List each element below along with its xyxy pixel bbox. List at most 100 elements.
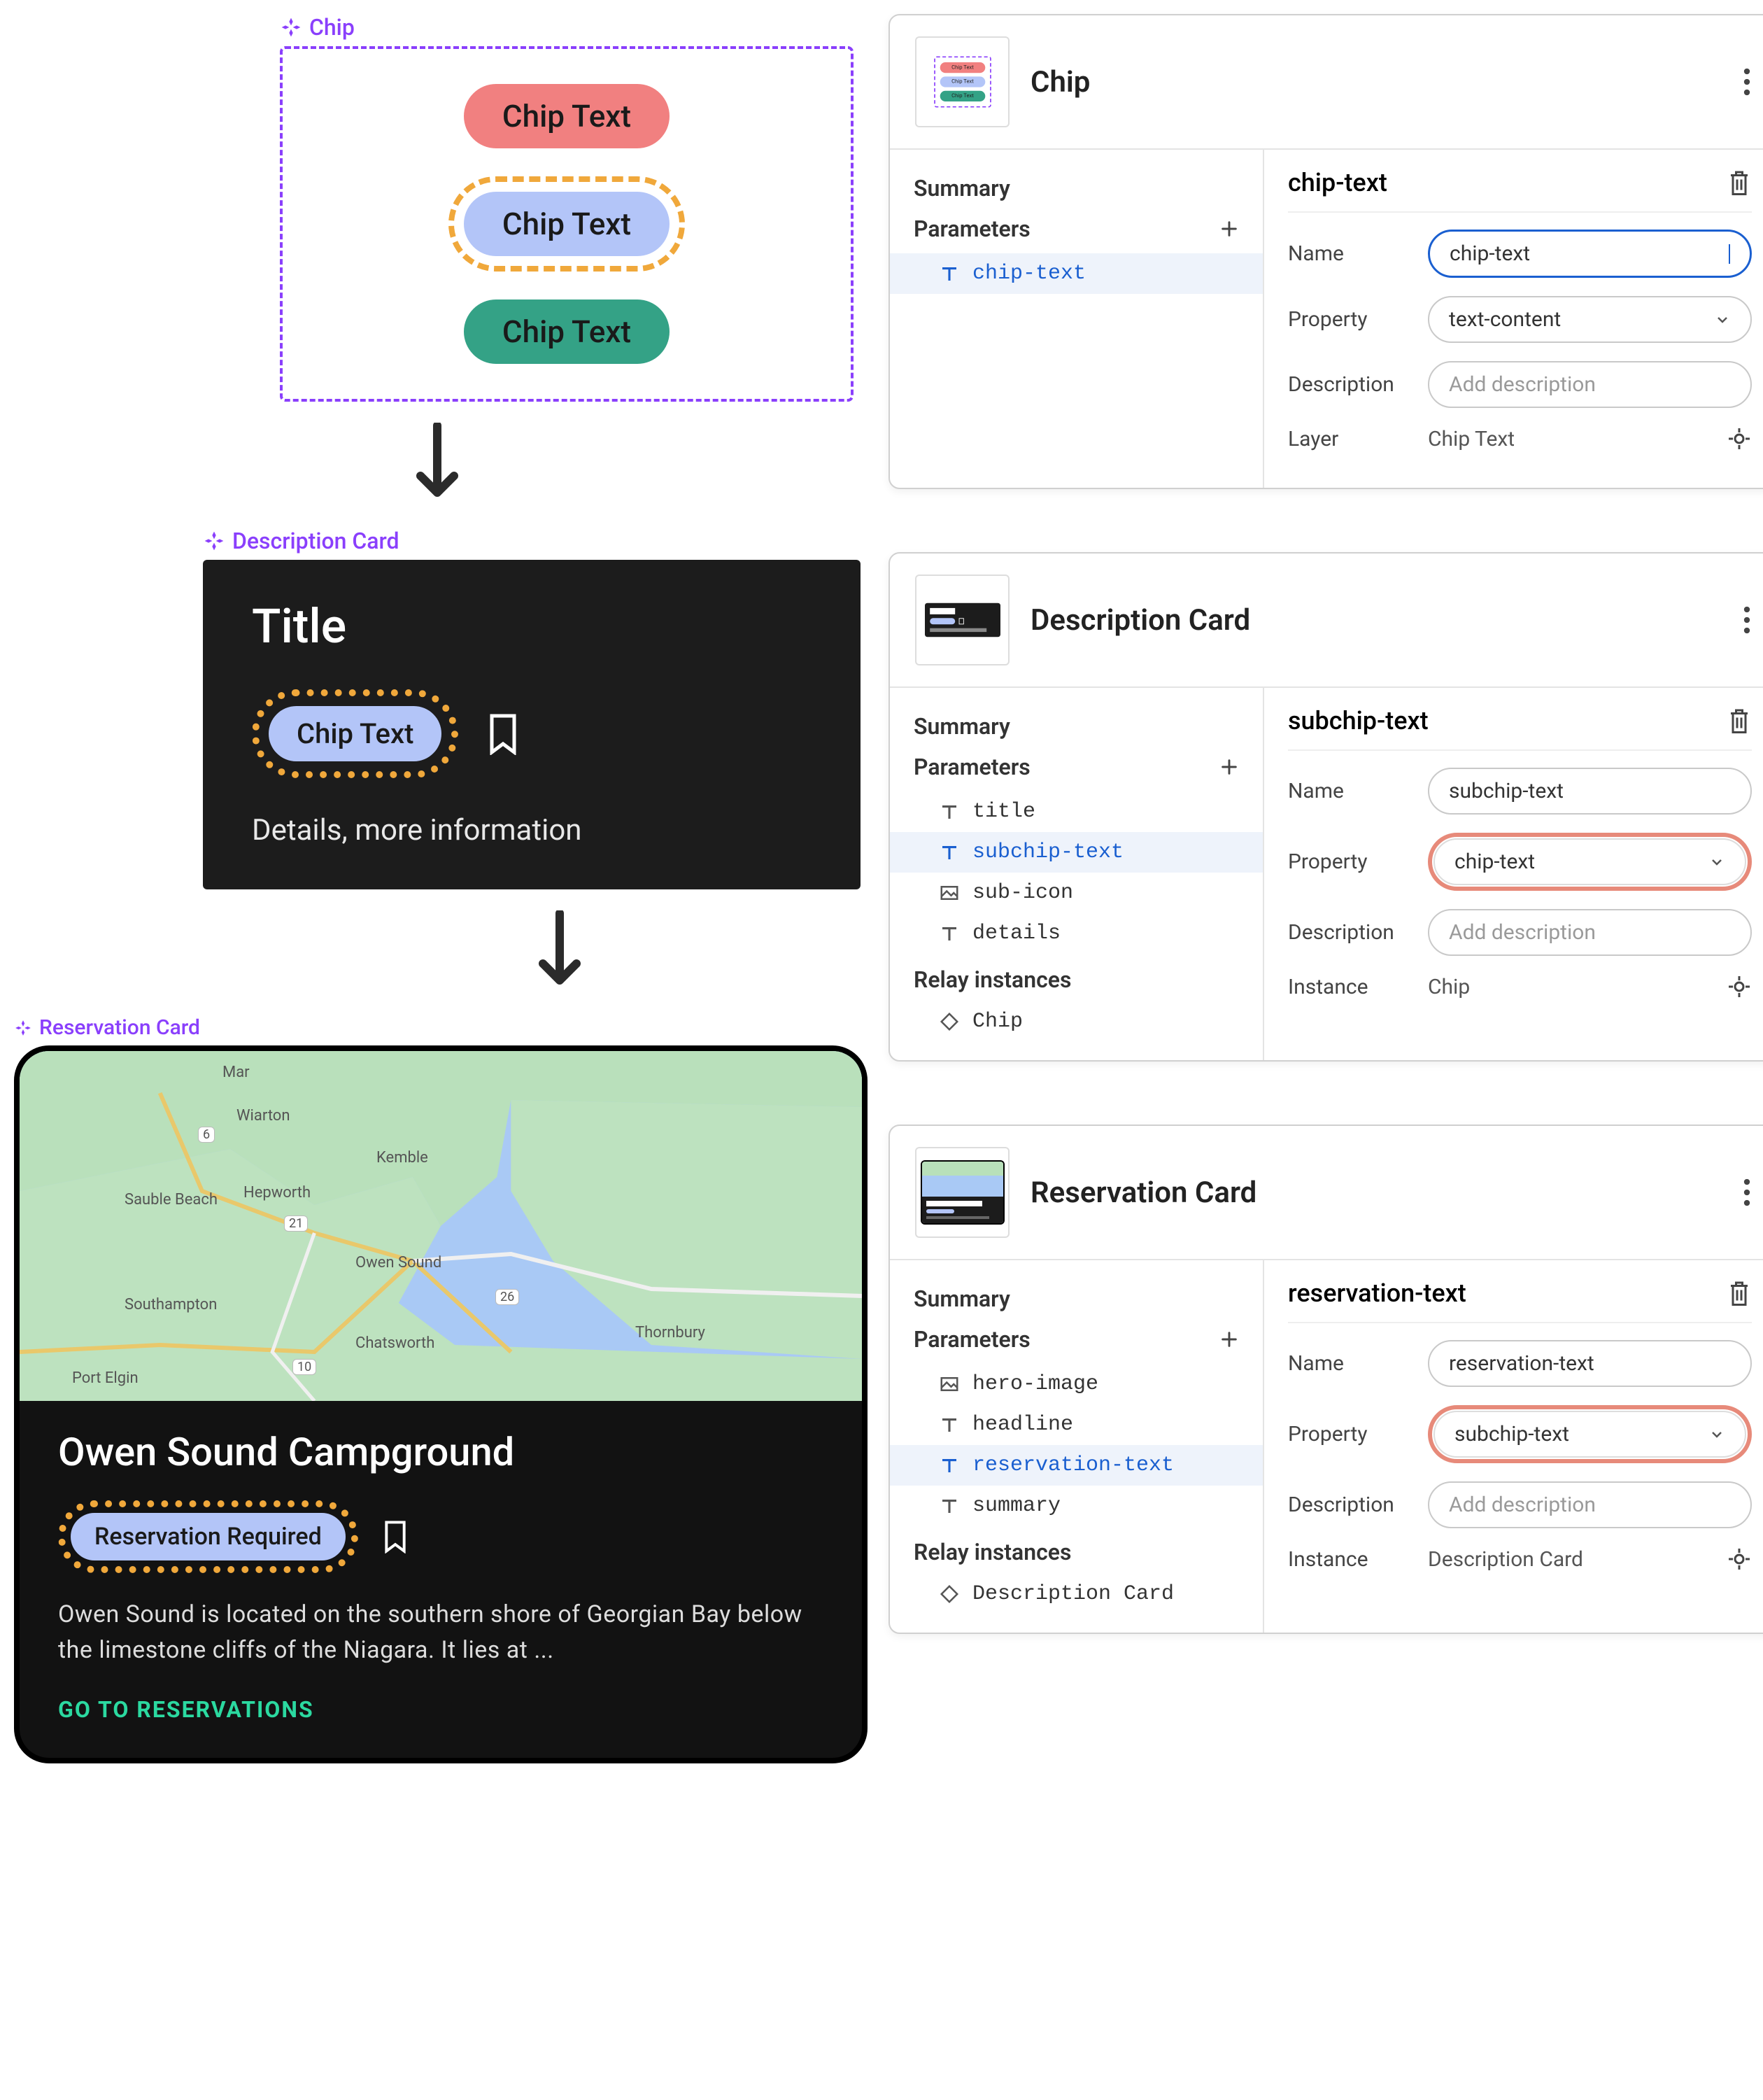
description-card-preview: Title Chip Text Details, more informatio… bbox=[203, 560, 861, 889]
delete-icon[interactable] bbox=[1727, 169, 1752, 197]
chip-component-canvas: Chip Chip Text Chip Text Chip Text bbox=[280, 14, 854, 402]
route-badge: 6 bbox=[198, 1127, 215, 1143]
summary-tab[interactable]: Summary bbox=[890, 1278, 1263, 1319]
map-label: Thornbury bbox=[635, 1324, 705, 1341]
relay-instance-label: Description Card bbox=[972, 1582, 1174, 1606]
parameters-section: Parameters bbox=[890, 1319, 1263, 1360]
bookmark-icon bbox=[486, 713, 520, 755]
summary-tab[interactable]: Summary bbox=[890, 168, 1263, 209]
layer-value: Chip Text bbox=[1428, 427, 1515, 451]
locate-icon[interactable] bbox=[1727, 1546, 1752, 1572]
parameters-label: Parameters bbox=[914, 216, 1031, 242]
route-badge: 26 bbox=[495, 1289, 519, 1305]
layer-field-label: Layer bbox=[1288, 427, 1414, 451]
property-select[interactable]: text-content bbox=[1428, 296, 1752, 343]
panel-title: Description Card bbox=[1031, 603, 1722, 637]
chip-variant-green: Chip Text bbox=[464, 300, 670, 364]
description-input[interactable]: Add description bbox=[1428, 909, 1752, 956]
locate-icon[interactable] bbox=[1727, 426, 1752, 451]
more-menu-icon[interactable] bbox=[1743, 1178, 1750, 1206]
property-select[interactable]: chip-text bbox=[1433, 838, 1746, 885]
more-menu-icon[interactable] bbox=[1743, 606, 1750, 634]
parameter-item-chip-text[interactable]: chip-text bbox=[890, 253, 1263, 294]
reservation-card-label: Reservation Card bbox=[14, 1015, 868, 1040]
parameter-item-headline[interactable]: headline bbox=[890, 1404, 1263, 1445]
add-parameter-icon[interactable] bbox=[1219, 1330, 1239, 1349]
component-icon bbox=[14, 1019, 32, 1037]
route-badge: 21 bbox=[284, 1215, 308, 1232]
relay-instance-chip[interactable]: Chip bbox=[890, 1001, 1263, 1042]
parameter-item-label: details bbox=[972, 922, 1061, 945]
property-select[interactable]: subchip-text bbox=[1433, 1411, 1746, 1458]
component-icon bbox=[280, 16, 302, 38]
panel-thumb bbox=[915, 575, 1010, 665]
property-heading: chip-text bbox=[1288, 168, 1387, 197]
parameter-item-subchip-text[interactable]: subchip-text bbox=[890, 832, 1263, 873]
chip-variants-frame: Chip Text Chip Text Chip Text bbox=[280, 46, 854, 402]
name-input[interactable]: chip-text bbox=[1428, 230, 1752, 278]
inspector-panel-description-card: Description Card Summary Parameters titl… bbox=[888, 552, 1763, 1062]
parameters-section: Parameters bbox=[890, 747, 1263, 787]
text-param-icon bbox=[939, 923, 960, 944]
chip-variant-red: Chip Text bbox=[464, 84, 670, 148]
name-field-label: Name bbox=[1288, 241, 1414, 266]
description-input[interactable]: Add description bbox=[1428, 1481, 1752, 1528]
description-card-title: Title bbox=[252, 598, 819, 654]
panel-title: Reservation Card bbox=[1031, 1176, 1722, 1210]
delete-icon[interactable] bbox=[1727, 1279, 1752, 1307]
parameter-item-title[interactable]: title bbox=[890, 791, 1263, 832]
name-input[interactable]: subchip-text bbox=[1428, 768, 1752, 815]
property-select-value: chip-text bbox=[1454, 850, 1535, 874]
property-field-label: Property bbox=[1288, 850, 1414, 874]
text-param-icon bbox=[939, 1414, 960, 1435]
inspector-panel-reservation-card: Reservation Card Summary Parameters hero… bbox=[888, 1125, 1763, 1634]
delete-icon[interactable] bbox=[1727, 707, 1752, 735]
summary-tab-label: Summary bbox=[914, 175, 1010, 202]
arrow-down-icon bbox=[409, 423, 465, 507]
parameter-item-label: sub-icon bbox=[972, 881, 1073, 905]
locate-icon[interactable] bbox=[1727, 974, 1752, 999]
chip-component-label: Chip bbox=[280, 14, 854, 41]
parameter-item-details[interactable]: details bbox=[890, 913, 1263, 954]
parameter-item-sub-icon[interactable]: sub-icon bbox=[890, 873, 1263, 913]
relay-instance-description-card[interactable]: Description Card bbox=[890, 1574, 1263, 1614]
parameter-item-reservation-text[interactable]: reservation-text bbox=[890, 1445, 1263, 1486]
name-input-value: chip-text bbox=[1450, 241, 1530, 266]
description-card-details: Details, more information bbox=[252, 813, 819, 847]
parameter-item-label: hero-image bbox=[972, 1372, 1098, 1396]
property-select-value: text-content bbox=[1449, 307, 1561, 332]
map-label: Port Elgin bbox=[72, 1369, 139, 1387]
text-param-icon bbox=[939, 1495, 960, 1516]
text-param-icon bbox=[939, 842, 960, 863]
parameter-item-summary[interactable]: summary bbox=[890, 1486, 1263, 1526]
parameter-item-hero-image[interactable]: hero-image bbox=[890, 1364, 1263, 1404]
summary-tab[interactable]: Summary bbox=[890, 706, 1263, 747]
chevron-down-icon bbox=[1708, 1426, 1725, 1443]
name-input[interactable]: reservation-text bbox=[1428, 1340, 1752, 1387]
inspector-panel-chip: Chip Text Chip Text Chip Text Chip Summa… bbox=[888, 14, 1763, 489]
description-input[interactable]: Add description bbox=[1428, 361, 1752, 408]
parameter-item-label: subchip-text bbox=[972, 840, 1124, 864]
name-field-label: Name bbox=[1288, 779, 1414, 803]
chevron-down-icon bbox=[1714, 311, 1731, 328]
image-param-icon bbox=[939, 1374, 960, 1395]
add-parameter-icon[interactable] bbox=[1219, 219, 1239, 239]
parameters-label: Parameters bbox=[914, 1326, 1031, 1353]
relay-instance-label: Chip bbox=[972, 1010, 1023, 1034]
add-parameter-icon[interactable] bbox=[1219, 757, 1239, 777]
description-field-label: Description bbox=[1288, 1493, 1414, 1517]
parameter-item-label: chip-text bbox=[972, 262, 1086, 286]
reservation-card-label-text: Reservation Card bbox=[39, 1015, 200, 1040]
map-label: Southampton bbox=[125, 1296, 217, 1313]
chip-selection-outline: Chip Text bbox=[448, 176, 685, 272]
map-label: Hepworth bbox=[243, 1184, 311, 1201]
component-icon bbox=[203, 530, 225, 552]
reservation-cta-link[interactable]: GO TO RESERVATIONS bbox=[58, 1696, 823, 1723]
map-label: Chatsworth bbox=[355, 1334, 434, 1352]
more-menu-icon[interactable] bbox=[1743, 68, 1750, 96]
instance-field-label: Instance bbox=[1288, 975, 1414, 999]
panel-title: Chip bbox=[1031, 65, 1722, 99]
instance-value: Description Card bbox=[1428, 1547, 1583, 1572]
map-label: Wiarton bbox=[236, 1107, 290, 1125]
text-param-icon bbox=[939, 801, 960, 822]
